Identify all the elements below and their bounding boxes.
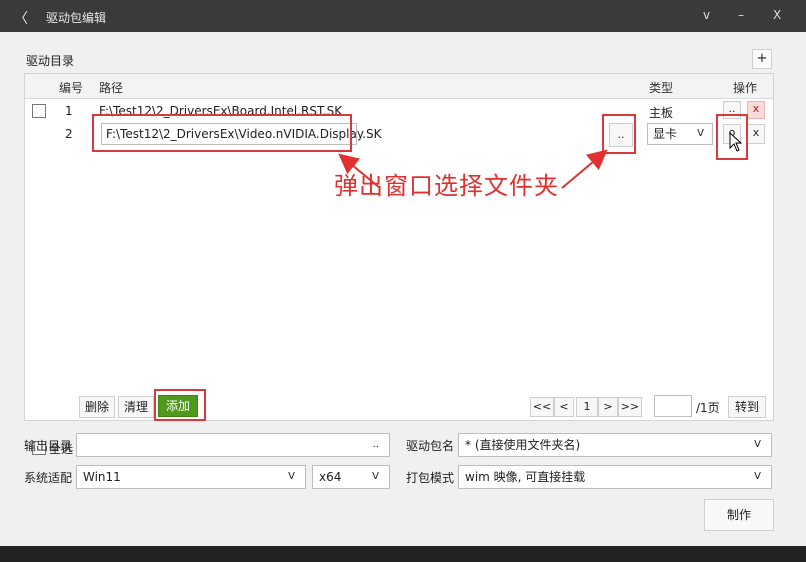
annotation-text: 弹出窗口选择文件夹 [334, 172, 559, 200]
bottom-strip [0, 546, 806, 562]
annotation-arrows [338, 149, 608, 189]
arrow-to-browse [561, 149, 608, 189]
